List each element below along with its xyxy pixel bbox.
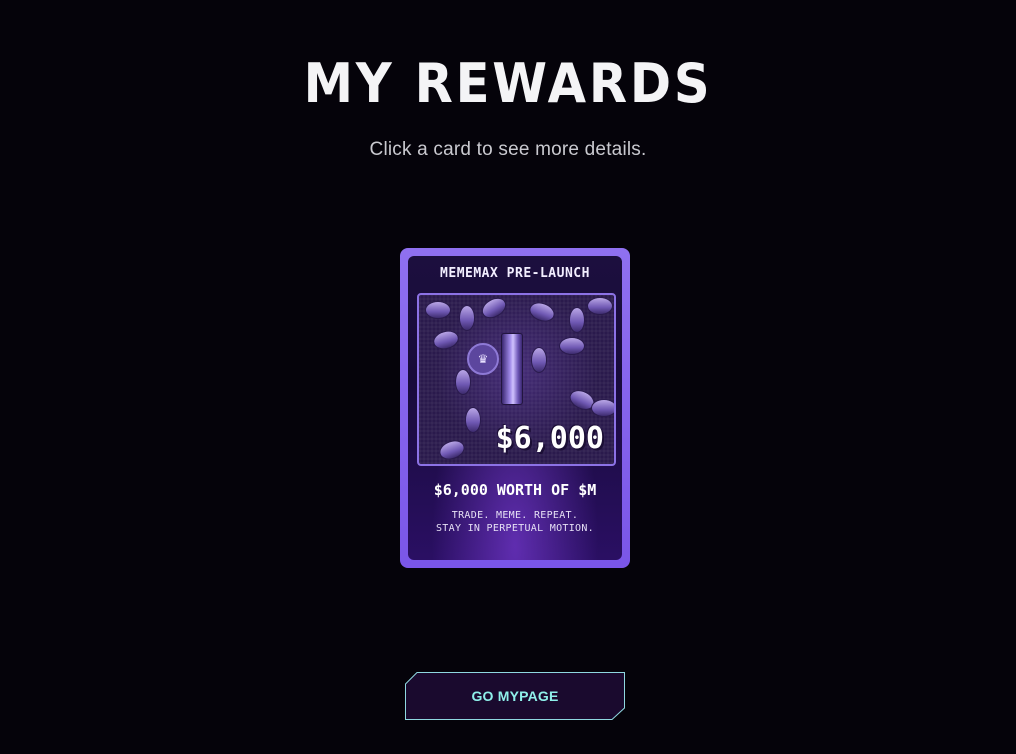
- reward-card-header: MEMEMAX PRE-LAUNCH: [440, 266, 590, 281]
- reward-card-artwork: ♛ $6,000: [417, 293, 616, 466]
- page-title: MY REWARDS: [303, 52, 713, 115]
- rewards-page: MY REWARDS Click a card to see more deta…: [0, 0, 1016, 754]
- coin-icon: [587, 297, 613, 315]
- coin-icon: [459, 305, 475, 331]
- coin-icon: [455, 369, 471, 395]
- page-subtitle: Click a card to see more details.: [369, 139, 647, 160]
- coin-icon: [501, 333, 523, 405]
- coin-icon: [465, 407, 481, 433]
- go-mypage-label: GO MYPAGE: [471, 688, 559, 704]
- coin-icon: [436, 437, 468, 463]
- reward-amount: $6,000: [495, 421, 604, 456]
- coin-icon: [591, 399, 614, 417]
- coin-icon: [559, 337, 585, 355]
- coin-icon: [478, 295, 510, 323]
- reward-tagline: TRADE. MEME. REPEAT. STAY IN PERPETUAL M…: [408, 509, 622, 535]
- go-mypage-button[interactable]: GO MYPAGE: [405, 672, 625, 720]
- coin-icon: [569, 307, 585, 333]
- tagline-line-1: TRADE. MEME. REPEAT.: [451, 510, 579, 521]
- reward-worth: $6,000 WORTH OF $M: [433, 481, 597, 499]
- coin-icon: [431, 327, 461, 353]
- crown-icon: ♛: [467, 343, 499, 375]
- coin-icon: [526, 299, 558, 325]
- coin-icon: [425, 301, 451, 319]
- reward-card-inner: MEMEMAX PRE-LAUNCH ♛ $6,000 $6,000 WORTH…: [408, 256, 622, 560]
- coin-icon: [531, 347, 547, 373]
- reward-card[interactable]: MEMEMAX PRE-LAUNCH ♛ $6,000 $6,000 WORTH…: [400, 248, 630, 568]
- tagline-line-2: STAY IN PERPETUAL MOTION.: [435, 523, 594, 534]
